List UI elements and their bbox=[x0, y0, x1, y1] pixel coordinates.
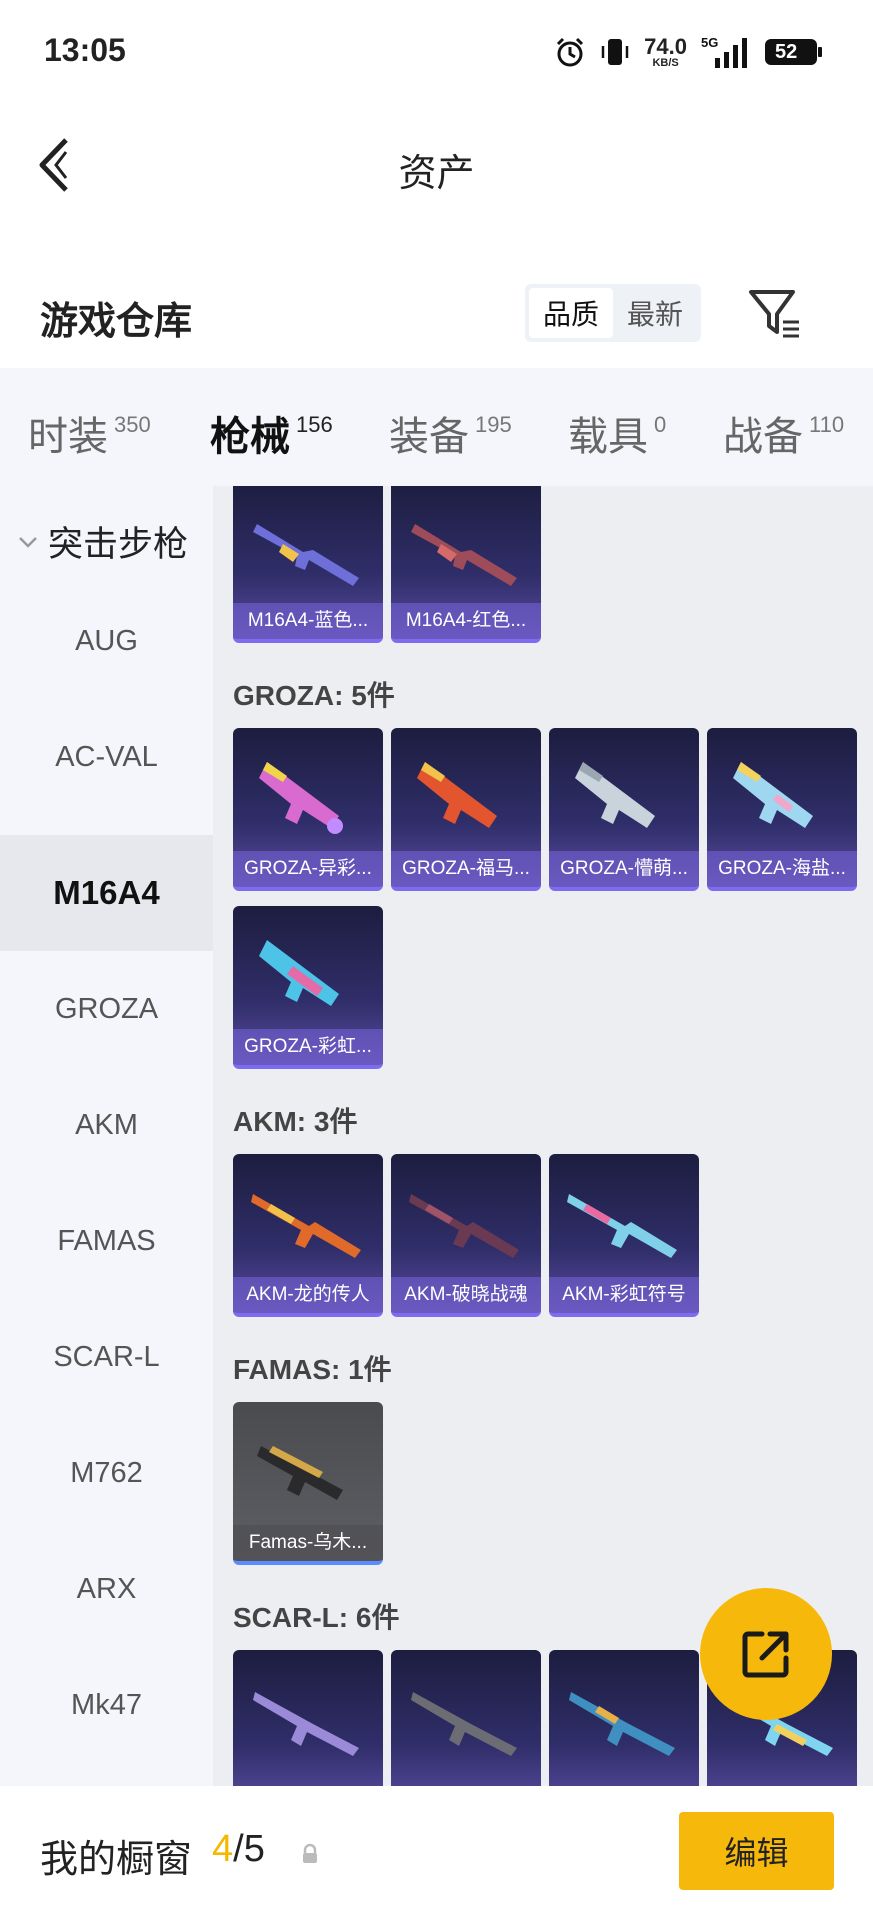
sidebar-item-famas[interactable]: FAMAS bbox=[0, 1183, 213, 1299]
warehouse-header: 游戏仓库 品质 最新 bbox=[0, 270, 873, 360]
status-bar: 13:05 74.0 KB/S 5G 52 bbox=[0, 0, 873, 100]
weapon-sidebar: 突击步枪 AUG AC-VAL M16A4 GROZA AKM FAMAS SC… bbox=[0, 486, 213, 1786]
tab-equipment[interactable]: 装备 195 bbox=[389, 404, 512, 462]
rifle-icon bbox=[567, 1194, 677, 1258]
section-title-akm: AKM: 3件 bbox=[233, 1106, 358, 1137]
battery-indicator: 52 bbox=[765, 39, 822, 65]
sidebar-group-assault-rifle[interactable]: 突击步枪 bbox=[16, 516, 188, 567]
weapon-card[interactable]: M16A4-红色... bbox=[391, 486, 541, 643]
filter-icon bbox=[749, 290, 799, 338]
weapon-card[interactable] bbox=[549, 1650, 699, 1786]
signal-5g-icon: 5G bbox=[701, 35, 747, 68]
chevron-down-icon bbox=[19, 536, 37, 548]
tab-vehicles[interactable]: 载具 0 bbox=[568, 404, 666, 462]
showcase-count: 4/5 bbox=[212, 1828, 265, 1870]
sidebar-item-aug[interactable]: AUG bbox=[0, 583, 213, 699]
weapon-card[interactable]: AKM-龙的传人 bbox=[233, 1154, 383, 1317]
sidebar-item-mk47[interactable]: Mk47 bbox=[0, 1647, 213, 1763]
weapon-card[interactable]: GROZA-懵萌... bbox=[549, 728, 699, 891]
rifle-icon bbox=[259, 940, 339, 1006]
nav-bar: 资产 bbox=[0, 100, 873, 230]
section-title-famas: FAMAS: 1件 bbox=[233, 1354, 392, 1385]
weapon-card[interactable]: GROZA-福马... bbox=[391, 728, 541, 891]
weapon-card[interactable]: GROZA-彩虹... bbox=[233, 906, 383, 1069]
vibrate-icon bbox=[601, 39, 629, 65]
page-title: 资产 bbox=[398, 153, 475, 195]
sidebar-item-m16a4[interactable]: M16A4 bbox=[0, 835, 213, 951]
weapon-card[interactable]: M16A4-蓝色... bbox=[233, 486, 383, 643]
rifle-icon bbox=[253, 524, 359, 586]
lock-icon bbox=[303, 1843, 317, 1863]
net-speed: 74.0 KB/S bbox=[644, 33, 687, 69]
section-title-groza: GROZA: 5件 bbox=[233, 680, 395, 711]
share-external-icon bbox=[742, 1631, 789, 1678]
showcase-label: 我的橱窗 bbox=[40, 1839, 193, 1881]
edit-button[interactable]: 编辑 bbox=[679, 1812, 834, 1890]
sidebar-item-akm[interactable]: AKM bbox=[0, 1067, 213, 1183]
rifle-icon bbox=[409, 1194, 519, 1258]
rifle-icon bbox=[569, 1692, 675, 1756]
sidebar-item-m762[interactable]: M762 bbox=[0, 1415, 213, 1531]
rifle-icon bbox=[253, 1692, 359, 1756]
category-tabs: 时装 350 枪械 156 装备 195 载具 0 战备 110 bbox=[0, 368, 873, 501]
warehouse-title: 游戏仓库 bbox=[40, 301, 193, 343]
rifle-icon bbox=[733, 762, 813, 828]
sidebar-item-arx[interactable]: ARX bbox=[0, 1531, 213, 1647]
tab-supplies[interactable]: 战备 110 bbox=[723, 404, 844, 462]
rifle-icon bbox=[417, 762, 497, 828]
weapon-card[interactable] bbox=[391, 1650, 541, 1786]
weapon-card[interactable]: Famas-乌木... bbox=[233, 1402, 383, 1565]
rifle-icon bbox=[411, 1692, 517, 1756]
filter-button[interactable] bbox=[745, 284, 803, 344]
weapon-card[interactable]: AKM-破晓战魂 bbox=[391, 1154, 541, 1317]
tab-fashion[interactable]: 时装 350 bbox=[28, 404, 151, 462]
status-time: 13:05 bbox=[44, 32, 126, 68]
rifle-icon bbox=[575, 762, 655, 828]
app-root: 13:05 74.0 KB/S 5G 52 资产 游戏仓库 品质 最新 时装 3… bbox=[0, 0, 873, 1920]
section-title-scar-l: SCAR-L: 6件 bbox=[233, 1602, 400, 1633]
tab-firearms[interactable]: 枪械 156 bbox=[210, 404, 333, 501]
rifle-icon bbox=[251, 1194, 361, 1258]
weapon-card[interactable]: GROZA-异彩... bbox=[233, 728, 383, 891]
sidebar-item-scar-l[interactable]: SCAR-L bbox=[0, 1299, 213, 1415]
svg-text:5G: 5G bbox=[701, 35, 718, 50]
share-button[interactable] bbox=[700, 1588, 832, 1720]
sort-quality-option[interactable]: 品质 bbox=[529, 288, 613, 338]
rifle-icon bbox=[259, 762, 343, 834]
sort-newest-option[interactable]: 最新 bbox=[613, 288, 697, 338]
weapon-card[interactable] bbox=[233, 1650, 383, 1786]
status-icons: 74.0 KB/S 5G 52 bbox=[554, 30, 822, 74]
sidebar-item-ac-val[interactable]: AC-VAL bbox=[0, 699, 213, 815]
alarm-icon bbox=[557, 37, 584, 67]
showcase-bar: 我的橱窗 4/5 编辑 bbox=[0, 1786, 873, 1920]
rifle-icon bbox=[411, 524, 517, 586]
sort-toggle: 品质 最新 bbox=[525, 284, 701, 342]
rifle-icon bbox=[257, 1446, 343, 1500]
weapon-card[interactable]: AKM-彩虹符号 bbox=[549, 1154, 699, 1317]
sidebar-item-groza[interactable]: GROZA bbox=[0, 951, 213, 1067]
weapon-card[interactable]: GROZA-海盐... bbox=[707, 728, 857, 891]
